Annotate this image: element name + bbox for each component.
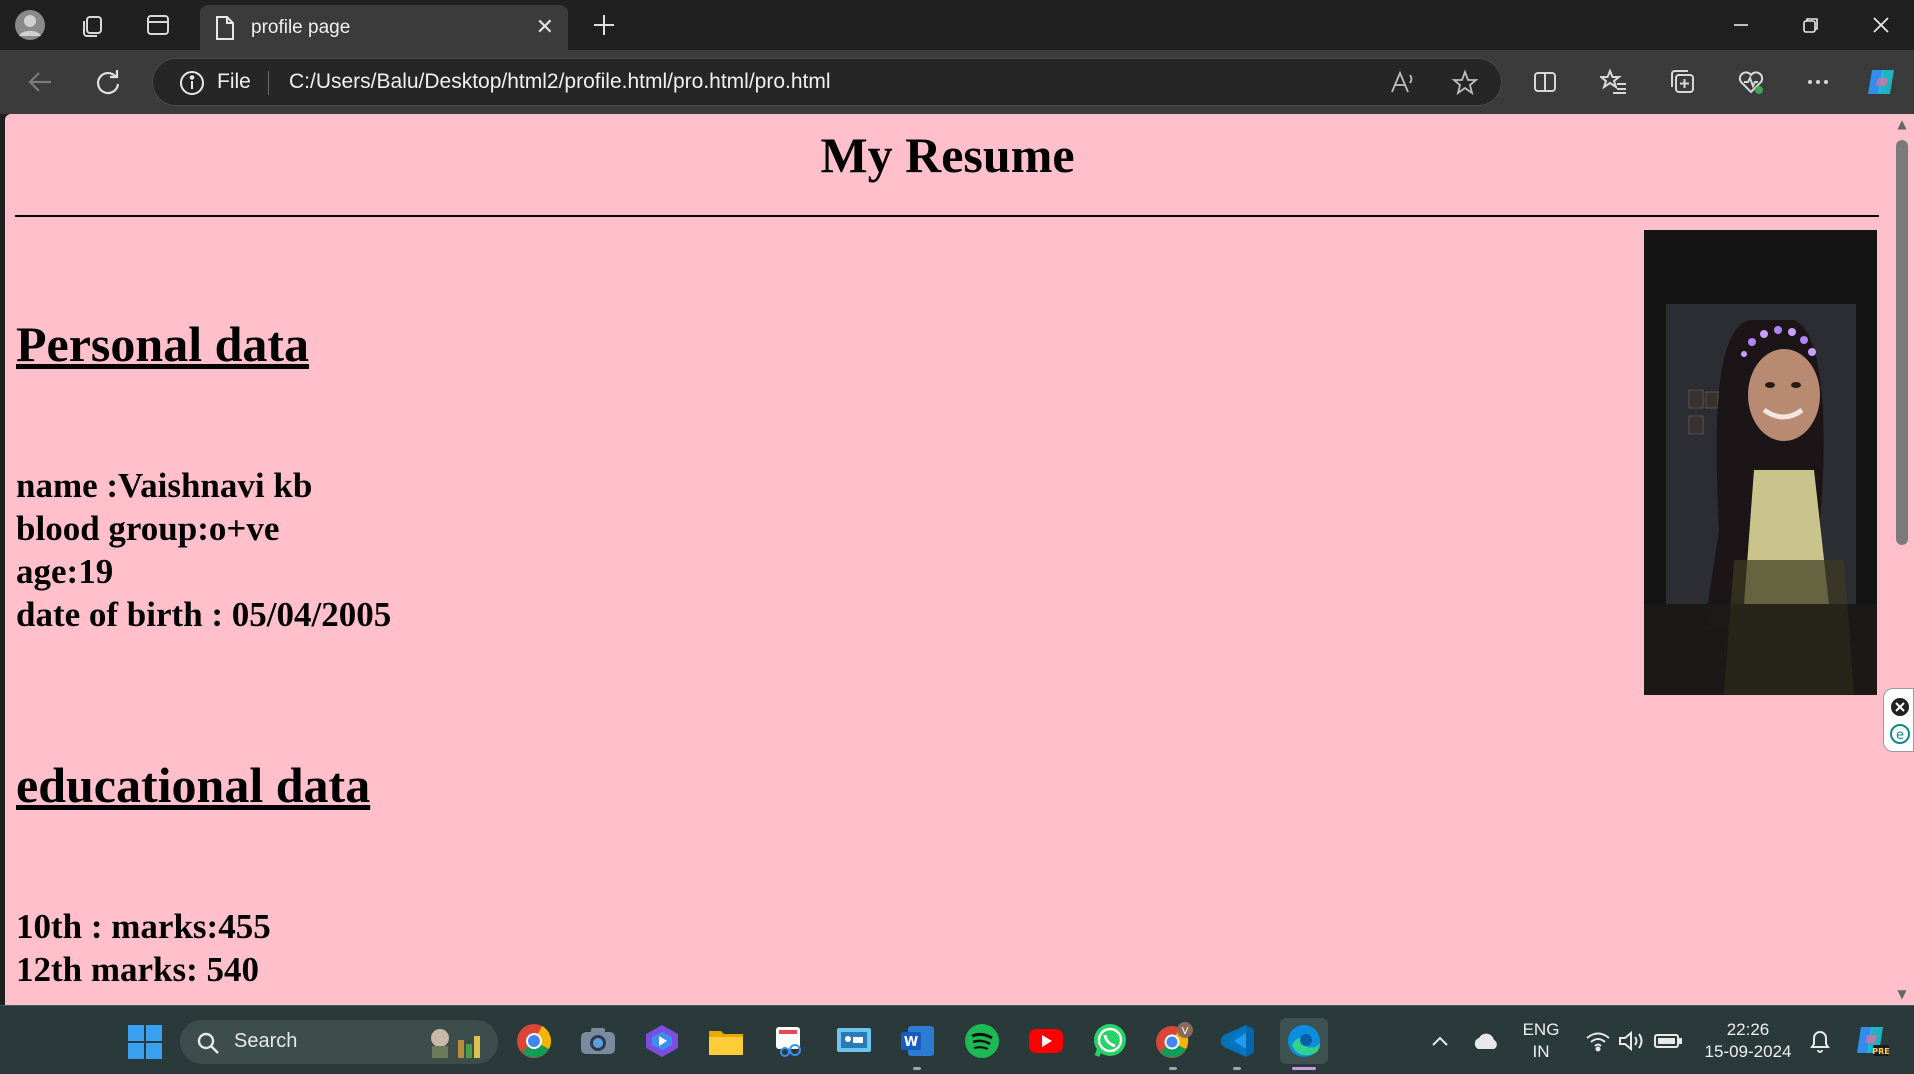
word-icon[interactable]: W [898,1021,938,1061]
favorite-star-icon[interactable] [1451,69,1479,101]
battery-icon[interactable] [1648,1021,1688,1061]
svg-text:e: e [1896,728,1904,743]
close-window-icon[interactable] [1846,0,1914,50]
input-language-indicator[interactable]: ENG IN [1516,1019,1566,1063]
chrome-icon[interactable] [514,1021,554,1061]
language-code: ENG [1522,1020,1560,1039]
vscode-icon[interactable] [1218,1021,1258,1061]
minimize-window-icon[interactable] [1706,0,1776,50]
taskbar-search-box[interactable]: Search [180,1020,498,1064]
personal-dob-line: date of birth : 05/04/2005 [16,595,392,634]
url-text[interactable]: C:/Users/Balu/Desktop/html2/profile.html… [289,70,831,94]
whatsapp-icon[interactable] [1090,1021,1130,1061]
page-viewport: My Resume Personal data name :Vaishnavi … [5,114,1890,1005]
refresh-icon[interactable] [90,64,126,100]
personal-name-line: name :Vaishnavi kb [16,466,313,505]
snipping-tool-icon[interactable] [770,1021,810,1061]
copilot-taskbar-icon[interactable]: PRE [1852,1021,1892,1061]
new-tab-icon[interactable] [588,9,620,41]
windows-start-icon[interactable] [125,1022,165,1062]
profile-avatar-icon[interactable] [14,9,46,41]
clock-time: 22:26 [1726,1020,1770,1039]
clock-date: 15-09-2024 [1704,1042,1792,1061]
notifications-bell-icon[interactable] [1800,1021,1840,1061]
scrollbar-thumb[interactable] [1896,140,1908,545]
svg-text:V: V [1182,1026,1189,1037]
page-document-icon [214,15,236,45]
vscode-running-indicator [1233,1067,1241,1070]
horizontal-rule [15,215,1879,217]
back-arrow-icon[interactable] [22,64,58,100]
favorites-list-icon[interactable] [1596,64,1632,100]
search-highlight-icon [426,1026,482,1064]
show-hidden-icons-chevron-icon[interactable] [1420,1021,1460,1061]
scroll-up-arrow-icon[interactable]: ▲ [1894,117,1910,131]
restore-window-icon[interactable] [1776,0,1846,50]
browser-toolbar: File C:/Users/Balu/Desktop/html2/profile… [0,50,1914,114]
youtube-icon[interactable] [1026,1021,1066,1061]
onedrive-cloud-icon[interactable] [1466,1021,1506,1061]
scroll-down-arrow-icon[interactable]: ▼ [1894,987,1910,1001]
url-separator [268,71,269,95]
copilot-icon[interactable] [1864,64,1900,100]
volume-icon[interactable] [1612,1021,1652,1061]
chrome-profile-icon[interactable]: V [1154,1021,1194,1061]
tab-title: profile page [251,17,351,38]
clipchamp-icon[interactable] [642,1021,682,1061]
spotify-icon[interactable] [962,1021,1002,1061]
site-info-icon[interactable] [179,70,205,100]
page-title: My Resume [820,127,1075,183]
word-running-indicator [913,1067,921,1070]
side-extension-widget[interactable]: e [1883,688,1914,752]
education-10th-line: 10th : marks:455 [16,907,271,946]
search-label: Search [234,1030,298,1052]
read-aloud-icon[interactable] [1389,70,1417,100]
clock[interactable]: 22:26 15-09-2024 [1698,1019,1798,1063]
remote-desktop-icon[interactable] [834,1021,874,1061]
search-icon [196,1031,220,1059]
personal-blood-group-line: blood group:o+ve [16,509,280,548]
address-bar[interactable]: File C:/Users/Balu/Desktop/html2/profile… [152,58,1502,106]
split-screen-icon[interactable] [1527,64,1563,100]
close-tab-icon[interactable]: ✕ [536,15,554,40]
collections-icon[interactable] [1664,64,1700,100]
active-tab[interactable]: profile page ✕ [200,5,568,50]
education-12th-line: 12th marks: 540 [16,950,260,989]
vertical-tabs-icon[interactable] [142,9,174,41]
edge-active-indicator [1292,1067,1316,1070]
url-scheme-label: File [217,70,251,93]
personal-age-line: age:19 [16,552,114,591]
chrome-running-indicator [1169,1067,1177,1070]
camera-icon[interactable] [578,1021,618,1061]
svg-text:W: W [904,1035,918,1050]
personal-data-heading: Personal data [16,316,310,372]
browser-essentials-icon[interactable] [1733,64,1769,100]
region-code: IN [1532,1042,1550,1061]
profile-photo [1644,230,1877,695]
more-options-icon[interactable] [1800,64,1836,100]
windows-taskbar: Search W V ENG IN 22:26 15-09-2024 PRE [0,1005,1914,1074]
workspaces-icon[interactable] [76,9,108,41]
educational-data-heading: educational data [16,757,371,813]
svg-text:PRE: PRE [1872,1047,1890,1056]
file-explorer-icon[interactable] [706,1021,746,1061]
browser-title-bar: profile page ✕ [0,0,1914,50]
edge-icon[interactable] [1280,1018,1328,1064]
